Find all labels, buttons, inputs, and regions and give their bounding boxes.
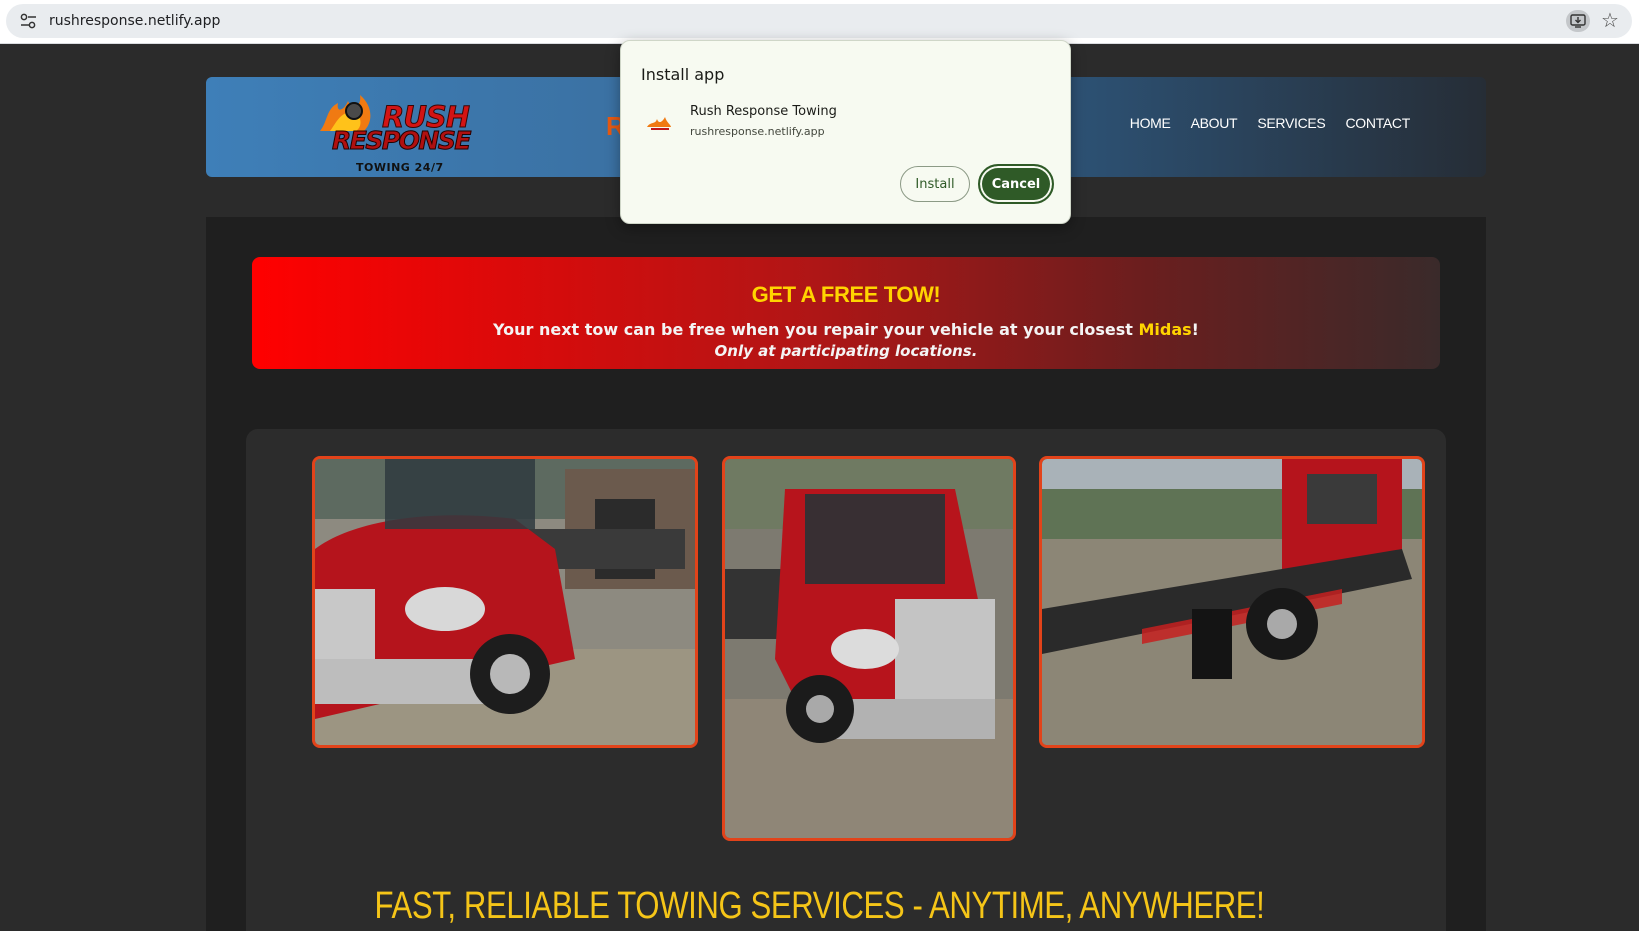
truck-photo-image (1042, 459, 1422, 745)
url-text[interactable]: rushresponse.netlify.app (49, 13, 220, 29)
install-button[interactable]: Install (900, 166, 970, 202)
dialog-title: Install app (641, 65, 725, 84)
site-info-icon[interactable] (20, 13, 37, 29)
photo-gallery (246, 429, 1446, 931)
promo-banner: GET A FREE TOW! Your next tow can be fre… (252, 257, 1440, 369)
truck-photo-image (315, 459, 695, 745)
truck-photo-image (725, 459, 1013, 838)
logo-text-response: RESPONSE (332, 126, 472, 155)
promo-disclaimer: Only at participating locations. (714, 342, 978, 360)
browser-toolbar: rushresponse.netlify.app ☆ (0, 0, 1639, 44)
bookmark-star-icon[interactable]: ☆ (1598, 9, 1622, 33)
gallery-photo-2[interactable] (722, 456, 1016, 841)
promo-text: Your next tow can be free when you repai… (252, 320, 1440, 339)
logo-tagline: TOWING 24/7 (356, 161, 444, 174)
app-url: rushresponse.netlify.app (690, 125, 825, 138)
nav-about[interactable]: ABOUT (1191, 115, 1238, 131)
install-app-icon[interactable] (1566, 10, 1590, 32)
page-tagline: FAST, RELIABLE TOWING SERVICES - ANYTIME… (374, 885, 1265, 927)
nav-home[interactable]: HOME (1130, 115, 1171, 131)
gallery-photo-3[interactable] (1039, 456, 1425, 748)
install-app-dialog: Install app Rush Response Towing rushres… (620, 40, 1071, 224)
nav-contact[interactable]: CONTACT (1345, 115, 1410, 131)
cancel-button[interactable]: Cancel (978, 164, 1054, 204)
promo-text-before: Your next tow can be free when you repai… (493, 320, 1139, 339)
promo-midas-highlight: Midas (1138, 320, 1192, 339)
logo[interactable]: RUSH RESPONSE TOWING 24/7 (318, 85, 478, 174)
app-name: Rush Response Towing (690, 104, 837, 119)
promo-text-after: ! (1191, 320, 1199, 339)
main-nav: HOME ABOUT SERVICES CONTACT (1130, 115, 1411, 131)
main-content: GET A FREE TOW! Your next tow can be fre… (206, 217, 1486, 931)
gallery-photo-1[interactable] (312, 456, 698, 748)
address-bar[interactable]: rushresponse.netlify.app ☆ (6, 4, 1632, 38)
nav-services[interactable]: SERVICES (1257, 115, 1325, 131)
promo-title: GET A FREE TOW! (751, 282, 941, 307)
app-flame-icon (647, 117, 671, 130)
